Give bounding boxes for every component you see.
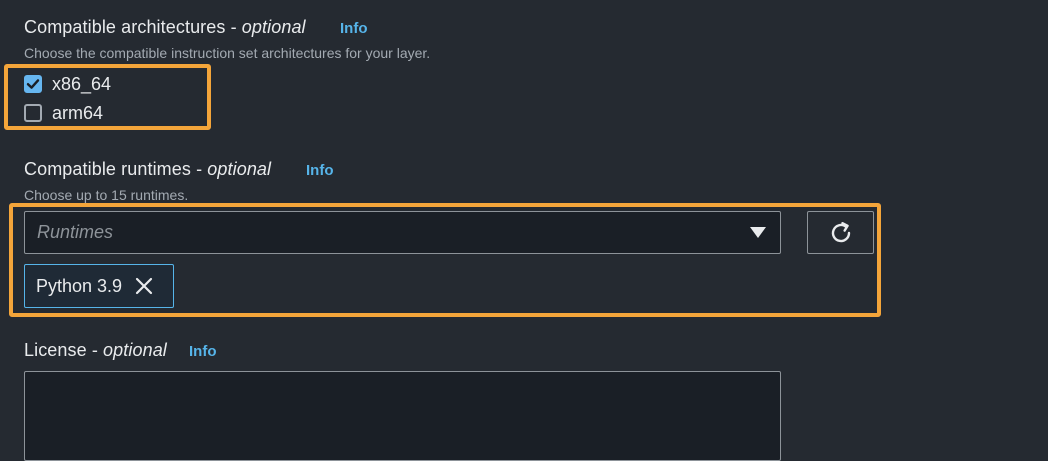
runtimes-heading: Compatible runtimes - optional bbox=[24, 159, 271, 180]
architecture-option-arm64[interactable]: arm64 bbox=[24, 102, 103, 124]
runtimes-optional: optional bbox=[207, 159, 272, 179]
runtime-token-label: Python 3.9 bbox=[36, 275, 123, 296]
architectures-optional: optional bbox=[241, 17, 306, 37]
runtimes-select-placeholder: Runtimes bbox=[37, 222, 114, 242]
architectures-description: Choose the compatible instruction set ar… bbox=[24, 45, 431, 61]
architectures-heading: Compatible architectures - optional bbox=[24, 17, 306, 38]
caret-down-icon bbox=[750, 227, 766, 238]
architectures-info-link[interactable]: Info bbox=[340, 20, 368, 37]
runtimes-label: Compatible runtimes - bbox=[24, 159, 203, 179]
license-info-link[interactable]: Info bbox=[189, 343, 217, 360]
license-optional: optional bbox=[103, 340, 167, 360]
checkbox-x86-64-label: x86_64 bbox=[52, 73, 112, 94]
checkbox-x86-64[interactable] bbox=[24, 75, 42, 93]
runtimes-description: Choose up to 15 runtimes. bbox=[24, 187, 189, 203]
license-label: License - bbox=[24, 340, 98, 360]
architectures-label: Compatible architectures - bbox=[24, 17, 237, 37]
checkbox-arm64[interactable] bbox=[24, 104, 42, 122]
close-icon[interactable] bbox=[134, 276, 154, 296]
license-heading: License - optional bbox=[24, 340, 167, 361]
check-icon bbox=[26, 79, 40, 89]
architecture-option-x86-64[interactable]: x86_64 bbox=[24, 73, 111, 95]
runtimes-select[interactable]: Runtimes bbox=[24, 211, 781, 254]
refresh-icon bbox=[831, 221, 850, 242]
license-textarea[interactable] bbox=[24, 371, 781, 461]
runtimes-info-link[interactable]: Info bbox=[306, 162, 334, 179]
refresh-runtimes-button[interactable] bbox=[807, 211, 874, 254]
runtime-token-python: Python 3.9 bbox=[24, 264, 174, 308]
checkbox-arm64-label: arm64 bbox=[52, 102, 104, 123]
